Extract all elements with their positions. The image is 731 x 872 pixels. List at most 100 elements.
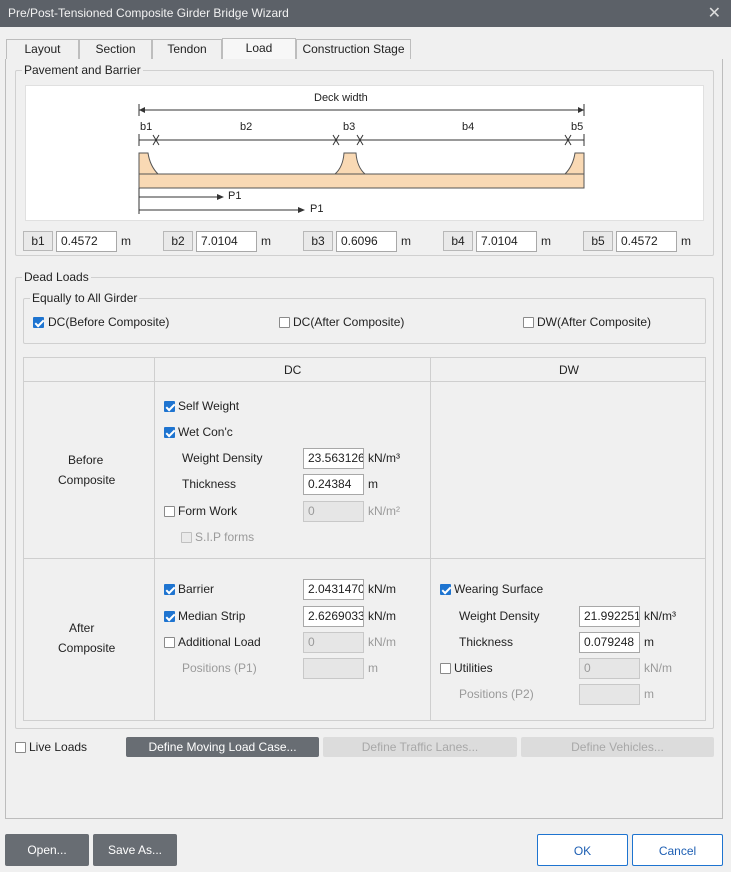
live-loads-checkbox[interactable] — [15, 742, 26, 753]
before-row-label-1: Before — [68, 453, 104, 467]
ok-button[interactable]: OK — [537, 834, 628, 866]
after-row-label-1: After — [69, 621, 95, 635]
positions-p1-label: Positions (P1) — [182, 661, 257, 675]
left-barrier — [138, 152, 160, 175]
positions-p2-label: Positions (P2) — [459, 687, 534, 701]
dc-before-label: DC(Before Composite) — [48, 315, 170, 329]
wearing-surface-checkbox[interactable] — [440, 584, 451, 595]
barrier-unit: kN/m — [368, 582, 396, 596]
define-vehicles-button[interactable]: Define Vehicles... — [521, 737, 714, 757]
b5-input[interactable]: 0.4572 — [616, 231, 677, 252]
diagram-b2-label: b2 — [240, 121, 253, 133]
ws-weight-density-label: Weight Density — [459, 609, 540, 623]
b1-unit: m — [121, 234, 131, 248]
tab-section[interactable]: Section — [79, 39, 152, 59]
define-traffic-lanes-button[interactable]: Define Traffic Lanes... — [323, 737, 517, 757]
form-work-unit: kN/m² — [368, 504, 400, 518]
barrier-input[interactable]: 2.0431470 — [303, 579, 364, 600]
b3-unit: m — [401, 234, 411, 248]
positions-p2-unit: m — [644, 687, 654, 701]
additional-load-unit: kN/m — [368, 635, 396, 649]
b2-unit: m — [261, 234, 271, 248]
b2-tag: b2 — [163, 231, 193, 251]
title-bar: Pre/Post-Tensioned Composite Girder Brid… — [0, 0, 731, 27]
b1-tag: b1 — [23, 231, 53, 251]
median-strip-label: Median Strip — [178, 609, 246, 623]
utilities-unit: kN/m — [644, 661, 672, 675]
tab-layout[interactable]: Layout — [6, 39, 79, 59]
b5-unit: m — [681, 234, 691, 248]
ws-thickness-label: Thickness — [459, 635, 514, 649]
dw-after-checkbox[interactable] — [523, 317, 534, 328]
close-icon[interactable]: ✕ — [708, 3, 721, 23]
b5-tag: b5 — [583, 231, 613, 251]
ws-thickness-input[interactable]: 0.079248 — [579, 632, 640, 653]
ws-weight-density-input[interactable]: 21.9922512 — [579, 606, 640, 627]
thickness-unit: m — [368, 477, 378, 491]
b4-tag: b4 — [443, 231, 473, 251]
section-diagram: Deck width b1 b2 b3 b4 b5 P1 P1 — [25, 85, 704, 221]
wearing-surface-label: Wearing Surface — [454, 582, 544, 596]
tab-tendon[interactable]: Tendon — [152, 39, 222, 59]
live-loads-label: Live Loads — [29, 740, 88, 754]
weight-density-unit: kN/m³ — [368, 451, 400, 465]
col-dw-header: DW — [559, 363, 579, 377]
b2-input[interactable]: 7.0104 — [196, 231, 257, 252]
diagram-b1-label: b1 — [140, 121, 153, 133]
b4-input[interactable]: 7.0104 — [476, 231, 537, 252]
before-row-label-2: Composite — [58, 473, 116, 487]
deck-width-label: Deck width — [314, 92, 368, 104]
diagram-p1b-label: P1 — [310, 203, 324, 215]
wet-conc-checkbox[interactable] — [164, 427, 175, 438]
b3-input[interactable]: 0.6096 — [336, 231, 397, 252]
right-barrier — [563, 152, 585, 175]
col-dc-header: DC — [284, 363, 302, 377]
diagram-p1-label: P1 — [228, 190, 242, 202]
wet-conc-label: Wet Con'c — [178, 425, 233, 439]
weight-density-input[interactable]: 23.5631264 — [303, 448, 364, 469]
dc-before-checkbox[interactable] — [33, 317, 44, 328]
median-strip-checkbox[interactable] — [164, 611, 175, 622]
median-strip-input[interactable]: 2.6269033 — [303, 606, 364, 627]
b1-input[interactable]: 0.4572 — [56, 231, 117, 252]
additional-load-checkbox[interactable] — [164, 637, 175, 648]
barrier-checkbox[interactable] — [164, 584, 175, 595]
thickness-label: Thickness — [182, 477, 237, 491]
form-work-checkbox[interactable] — [164, 506, 175, 517]
median-barrier — [333, 152, 367, 175]
positions-p2-input[interactable] — [579, 684, 640, 705]
b3-tag: b3 — [303, 231, 333, 251]
tab-construction-stage[interactable]: Construction Stage — [296, 39, 411, 59]
dc-after-checkbox[interactable] — [279, 317, 290, 328]
utilities-label: Utilities — [454, 661, 493, 675]
sip-forms-checkbox[interactable] — [181, 532, 192, 543]
pavement-group-label: Pavement and Barrier — [22, 63, 143, 77]
deck-slab — [138, 173, 585, 189]
ws-thickness-unit: m — [644, 635, 654, 649]
additional-load-input[interactable]: 0 — [303, 632, 364, 653]
save-as-button[interactable]: Save As... — [93, 834, 177, 866]
self-weight-checkbox[interactable] — [164, 401, 175, 412]
additional-load-label: Additional Load — [178, 635, 261, 649]
ws-weight-density-unit: kN/m³ — [644, 609, 676, 623]
diagram-b3-label: b3 — [343, 121, 356, 133]
tab-load[interactable]: Load — [222, 38, 296, 60]
utilities-checkbox[interactable] — [440, 663, 451, 674]
weight-density-label: Weight Density — [182, 451, 263, 465]
form-work-input[interactable]: 0 — [303, 501, 364, 522]
sip-forms-label: S.I.P forms — [195, 530, 255, 544]
cancel-button[interactable]: Cancel — [632, 834, 723, 866]
equally-group-label: Equally to All Girder — [30, 291, 140, 305]
dead-loads-group-label: Dead Loads — [22, 270, 91, 284]
form-work-label: Form Work — [178, 504, 238, 518]
section-diagram-svg — [138, 104, 585, 214]
barrier-label: Barrier — [178, 582, 215, 596]
positions-p1-input[interactable] — [303, 658, 364, 679]
utilities-input[interactable]: 0 — [579, 658, 640, 679]
open-button[interactable]: Open... — [5, 834, 89, 866]
diagram-b4-label: b4 — [462, 121, 475, 133]
self-weight-label: Self Weight — [178, 399, 240, 413]
after-row-label-2: Composite — [58, 641, 116, 655]
thickness-input[interactable]: 0.24384 — [303, 474, 364, 495]
define-moving-load-case-button[interactable]: Define Moving Load Case... — [126, 737, 319, 757]
